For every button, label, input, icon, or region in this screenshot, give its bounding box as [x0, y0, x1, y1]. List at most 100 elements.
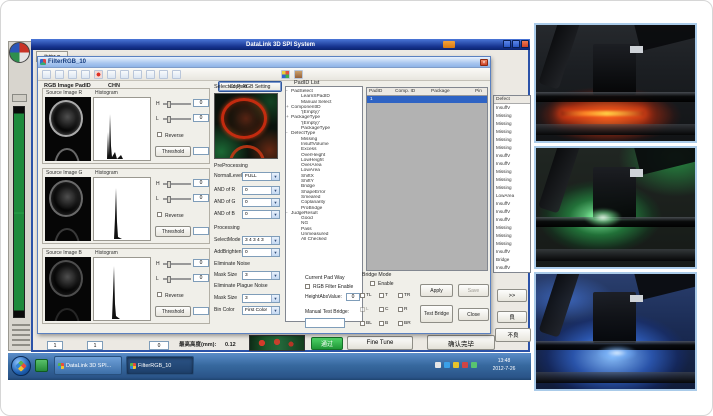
bridge-direction-checkbox[interactable]: C: [379, 302, 398, 316]
bridge-direction-checkbox[interactable]: L: [360, 302, 379, 316]
toolbar-measure-icon[interactable]: [146, 70, 155, 79]
toolbar-erase-icon[interactable]: [172, 70, 181, 79]
selectmode-select[interactable]: 3 4 3 4 3▼: [242, 236, 280, 245]
h-slider[interactable]: [163, 103, 191, 105]
col-comp-id[interactable]: Comp. ID: [395, 89, 415, 94]
pinned-app-icon[interactable]: [35, 359, 48, 372]
maximize-button[interactable]: [512, 40, 520, 48]
addbrighten-select[interactable]: 0▼: [242, 248, 280, 257]
threshold-button[interactable]: Threshold: [155, 146, 191, 157]
height-abs-input[interactable]: 0: [346, 293, 360, 301]
confirm-done-button[interactable]: 确认完毕: [427, 335, 495, 350]
l-slider[interactable]: [163, 118, 191, 120]
taskbar-clock[interactable]: 13:48 2012-7-26: [479, 357, 529, 373]
good-button[interactable]: 良: [497, 311, 527, 323]
toolbar-palette-icon[interactable]: [281, 70, 290, 79]
defect-list-item[interactable]: InsuffV: [494, 248, 530, 256]
defect-list-item[interactable]: Bridge: [494, 256, 530, 264]
defect-list-item[interactable]: InsuffV: [494, 200, 530, 208]
bin-color-select[interactable]: First Color▼: [242, 306, 280, 315]
defect-list-item[interactable]: Missing: [494, 240, 530, 248]
more-button[interactable]: >>: [497, 289, 527, 302]
defect-list-item[interactable]: Missing: [494, 112, 530, 120]
l-value-input[interactable]: 0: [193, 194, 209, 202]
tray-language-icon[interactable]: [471, 362, 477, 368]
status-field-2[interactable]: 1: [87, 341, 103, 350]
bridge-direction-checkbox[interactable]: TR: [398, 288, 417, 302]
toolbar-open-icon[interactable]: [42, 70, 51, 79]
defect-list-item[interactable]: Missing: [494, 128, 530, 136]
col-padid[interactable]: PadID: [369, 89, 382, 94]
and-of-r-select[interactable]: 0▼: [242, 186, 280, 195]
apply-button[interactable]: Apply: [420, 284, 453, 297]
threshold-value-input[interactable]: [193, 307, 209, 315]
bridge-direction-checkbox[interactable]: T: [379, 288, 398, 302]
defect-list-item[interactable]: Missing: [494, 224, 530, 232]
status-field-1[interactable]: 1: [47, 341, 63, 350]
tray-volume-icon[interactable]: [435, 362, 441, 368]
side-small-button[interactable]: [12, 94, 27, 102]
h-slider[interactable]: [163, 263, 191, 265]
not-good-button[interactable]: 不良: [495, 328, 531, 342]
save-button[interactable]: Save: [458, 284, 489, 297]
defect-list-item[interactable]: InsuffV: [494, 104, 530, 112]
toolbar-print-icon[interactable]: [81, 70, 90, 79]
defect-list-item[interactable]: Missing: [494, 176, 530, 184]
l-value-input[interactable]: 0: [193, 114, 209, 122]
reverse-checkbox[interactable]: [157, 132, 162, 137]
taskbar-app-datalink[interactable]: DataLink 3D SPI...: [54, 356, 122, 375]
toolbar-save-icon[interactable]: [55, 70, 64, 79]
toolbar-draw-icon[interactable]: [159, 70, 168, 79]
reverse-checkbox[interactable]: [157, 292, 162, 297]
defect-list-item[interactable]: Missing: [494, 136, 530, 144]
h-value-input[interactable]: 0: [193, 179, 209, 187]
toolbar-image-icon[interactable]: [133, 70, 142, 79]
h-slider[interactable]: [163, 183, 191, 185]
bridge-enable-checkbox[interactable]: [370, 281, 375, 286]
bridge-direction-checkbox[interactable]: BL: [360, 316, 379, 330]
h-value-input[interactable]: 0: [193, 259, 209, 267]
l-slider[interactable]: [163, 278, 191, 280]
bridge-direction-checkbox[interactable]: R: [398, 302, 417, 316]
l-slider[interactable]: [163, 198, 191, 200]
defect-list-item[interactable]: InsuffV: [494, 264, 530, 272]
defect-list-item[interactable]: InsuffV: [494, 208, 530, 216]
tray-update-icon[interactable]: [453, 362, 459, 368]
threshold-value-input[interactable]: [193, 147, 209, 155]
reverse-checkbox[interactable]: [157, 212, 162, 217]
defect-list-item[interactable]: Missing: [494, 168, 530, 176]
tree-item[interactable]: All Checked: [286, 237, 362, 242]
test-bridge-button[interactable]: Test Bridge: [420, 305, 453, 323]
defect-list-item[interactable]: InsuffV: [494, 216, 530, 224]
h-value-input[interactable]: 0: [193, 99, 209, 107]
col-package[interactable]: Package: [431, 89, 450, 94]
toolbar-grid-icon[interactable]: [120, 70, 129, 79]
plague-mask-size-select[interactable]: 3▼: [242, 294, 280, 303]
tray-antivirus-icon[interactable]: [462, 362, 468, 368]
threshold-value-input[interactable]: [193, 227, 209, 235]
pass-button[interactable]: 通过: [311, 337, 343, 350]
defect-list-item[interactable]: Missing: [494, 120, 530, 128]
bridge-direction-checkbox[interactable]: TL: [360, 288, 379, 302]
and-of-g-select[interactable]: 0▼: [242, 198, 280, 207]
table-row[interactable]: 1: [367, 96, 487, 103]
tray-network-icon[interactable]: [444, 362, 450, 368]
dialog-close-icon[interactable]: ×: [480, 59, 488, 66]
toolbar-export-icon[interactable]: [68, 70, 77, 79]
taskbar-app-filterrgb[interactable]: FilterRGB_10: [126, 356, 194, 375]
rgb-filter-enable-checkbox[interactable]: [305, 284, 310, 289]
threshold-button[interactable]: Threshold: [155, 306, 191, 317]
defect-list-item[interactable]: Missing: [494, 184, 530, 192]
close-dialog-button[interactable]: Close: [458, 308, 489, 321]
start-button[interactable]: [11, 356, 31, 376]
bridge-direction-checkbox[interactable]: BR: [398, 316, 417, 330]
col-pin[interactable]: Pin: [475, 89, 482, 94]
defect-list-item[interactable]: InsuffV: [494, 160, 530, 168]
defect-list-item[interactable]: Missing: [494, 144, 530, 152]
toolbar-photo-icon[interactable]: [294, 70, 303, 79]
normallevel-select[interactable]: FULL▼: [242, 172, 280, 181]
defect-list-item[interactable]: InsuffV: [494, 152, 530, 160]
defect-list-item[interactable]: Missing: [494, 232, 530, 240]
mask-size-select[interactable]: 3▼: [242, 271, 280, 280]
status-field-3[interactable]: 0: [149, 341, 169, 350]
